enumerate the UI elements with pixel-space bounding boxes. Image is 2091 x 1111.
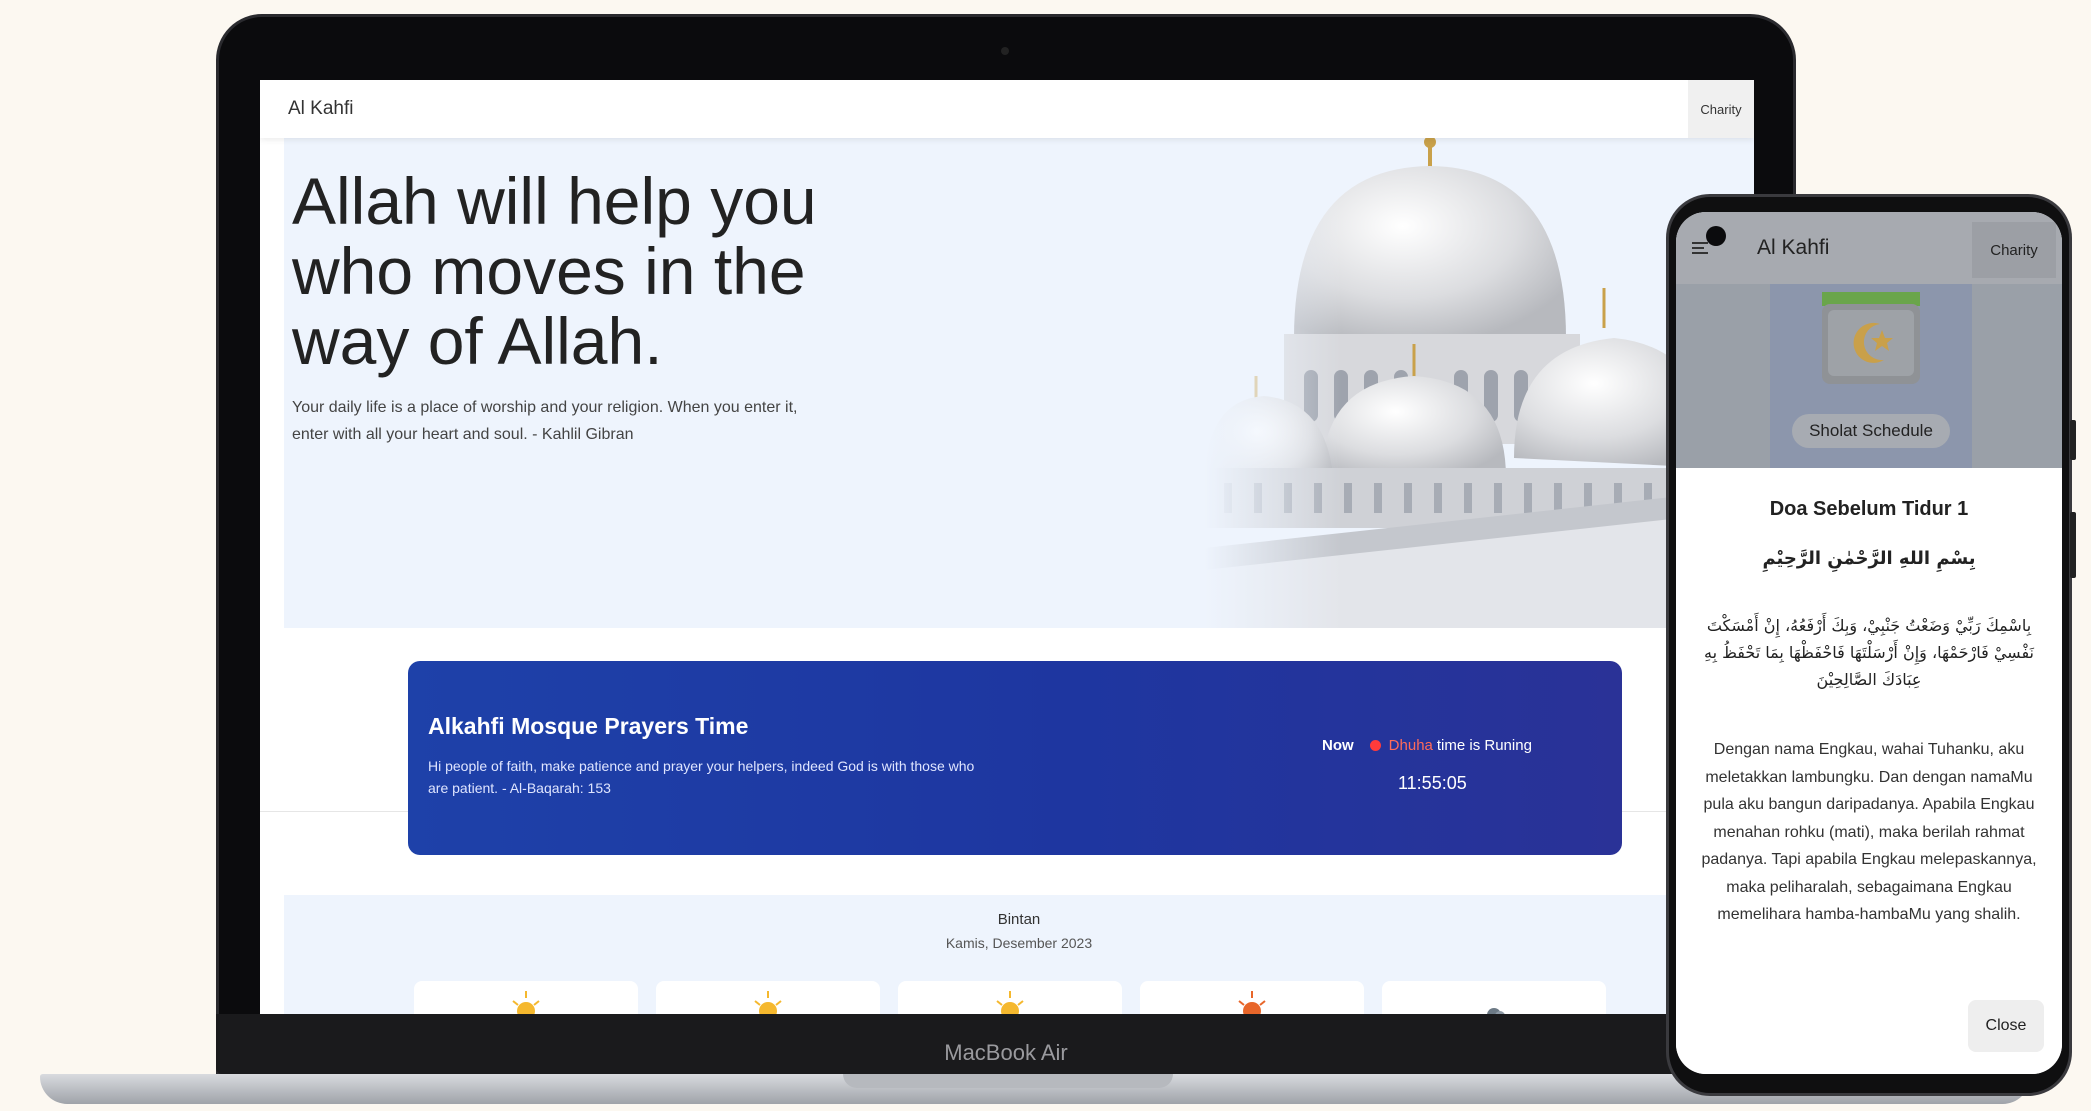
prayer-tile[interactable] — [1382, 981, 1606, 1014]
prayer-clock: 11:55:05 — [1398, 773, 1467, 793]
phone-screen: Al Kahfi Charity Sholat Schedule Doa Seb… — [1676, 212, 2062, 1074]
mobile-navbar: Al Kahfi Charity — [1676, 212, 2062, 284]
schedule-location: Bintan — [997, 911, 1041, 928]
top-navbar: Al Kahfi Charity — [260, 80, 1754, 138]
modal-arabic-text: بِاسْمِكَ رَبِّيْ وَضَعْتُ جَنْبِيْ، وَب… — [1704, 616, 2034, 689]
modal-title: Doa Sebelum Tidur 1 — [1769, 498, 1969, 520]
device-brand-label: MacBook Air — [944, 1040, 1068, 1065]
prayer-tile[interactable] — [414, 981, 638, 1014]
charity-button[interactable]: Charity — [1688, 80, 1754, 138]
sunset-icon — [1238, 991, 1266, 1014]
sholat-schedule-card[interactable]: Sholat Schedule — [1770, 284, 1972, 468]
prayer-tile[interactable] — [656, 981, 880, 1014]
sun-icon — [754, 991, 782, 1014]
phone-camera — [1706, 226, 1726, 246]
laptop-notch — [843, 1074, 1173, 1088]
prayer-time-card: Alkahfi Mosque Prayers Time Hi people of… — [408, 661, 1622, 855]
schedule-date: Kamis, Desember 2023 — [945, 935, 1093, 951]
hero-quote: Your daily life is a place of worship an… — [292, 399, 798, 443]
sholat-schedule-label: Sholat Schedule — [1792, 414, 1950, 448]
current-prayer-name: Dhuha — [1388, 737, 1433, 754]
mobile-charity-button[interactable]: Charity — [1972, 222, 2056, 278]
site-title[interactable]: Al Kahfi — [288, 98, 353, 120]
schedule-section: Bintan Kamis, Desember 2023 — [284, 895, 1754, 1014]
modal-bismillah: بِسْمِ اللهِ الرَّحْمٰنِ الرَّحِيْمِ — [1762, 548, 1976, 569]
close-button[interactable]: Close — [1968, 1000, 2044, 1052]
sunrise-icon — [512, 991, 540, 1014]
prayer-tile[interactable] — [898, 981, 1122, 1014]
calendar-moon-icon — [1822, 292, 1920, 384]
modal-translation: Dengan nama Engkau, wahai Tuhanku, aku m… — [1701, 741, 2037, 923]
sun-icon — [996, 991, 1024, 1014]
running-text: time is Runing — [1436, 737, 1532, 754]
hero-headline: Allah will help you who moves in the way… — [292, 164, 817, 378]
phone-side-button — [2070, 512, 2076, 578]
hero-section: Allah will help you who moves in the way… — [284, 138, 1754, 628]
moon-cloud-icon — [1487, 1008, 1505, 1014]
prayer-card-title: Alkahfi Mosque Prayers Time — [428, 713, 749, 739]
prayer-tile[interactable] — [1140, 981, 1364, 1014]
prayer-card-description: Hi people of faith, make patience and pr… — [428, 758, 975, 796]
webcam — [1001, 47, 1009, 55]
phone-side-button — [2070, 420, 2076, 460]
current-prayer-status: Now Dhuha time is Runing — [1322, 737, 1532, 754]
mobile-site-title[interactable]: Al Kahfi — [1757, 236, 1829, 260]
now-label: Now — [1322, 737, 1354, 754]
live-dot-icon — [1369, 740, 1381, 751]
laptop-screen: Al Kahfi Charity Allah will help you who… — [260, 80, 1754, 1014]
prayer-modal: Doa Sebelum Tidur 1 بِسْمِ اللهِ الرَّحْ… — [1676, 468, 2062, 1074]
